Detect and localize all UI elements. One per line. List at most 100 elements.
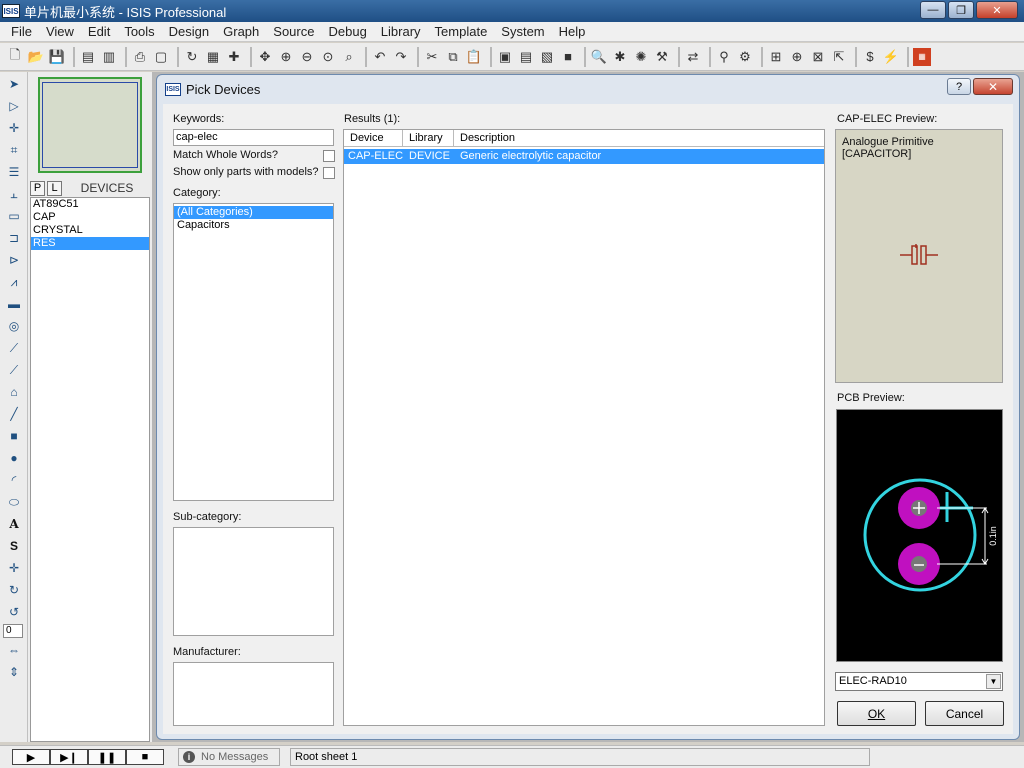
export-icon[interactable]: ▥ xyxy=(100,48,118,66)
print-area-icon[interactable]: ▢ xyxy=(152,48,170,66)
block-move-icon[interactable]: ▤ xyxy=(517,48,535,66)
decompose-icon[interactable]: ⚒ xyxy=(653,48,671,66)
make-device-icon[interactable]: ✱ xyxy=(611,48,629,66)
voltage-probe-icon[interactable]: ⟋ xyxy=(3,338,25,358)
menu-system[interactable]: System xyxy=(494,24,551,39)
manufacturer-list[interactable] xyxy=(173,662,334,726)
menu-help[interactable]: Help xyxy=(552,24,593,39)
menu-debug[interactable]: Debug xyxy=(321,24,373,39)
component-mode-icon[interactable]: ▷ xyxy=(3,96,25,116)
messages-area[interactable]: i No Messages xyxy=(178,748,280,766)
graph-mode-icon[interactable]: ⩘ xyxy=(3,272,25,292)
cancel-button[interactable]: Cancel xyxy=(925,701,1004,726)
electrical-rules-check-icon[interactable]: ⚡ xyxy=(882,48,900,66)
text-script-icon[interactable]: ☰ xyxy=(3,162,25,182)
table-row[interactable]: CAP-ELEC DEVICE Generic electrolytic cap… xyxy=(344,149,824,164)
block-delete-icon[interactable]: ■ xyxy=(559,48,577,66)
new-file-icon[interactable]: 🗋 xyxy=(6,47,24,66)
subcircuit-icon[interactable]: ▭ xyxy=(3,206,25,226)
terminals-icon[interactable]: ⊐ xyxy=(3,228,25,248)
stop-button[interactable]: ■ xyxy=(126,749,164,765)
cut-icon[interactable]: ✂ xyxy=(423,48,441,66)
new-sheet-icon[interactable]: ⊞ xyxy=(767,48,785,66)
marker-icon[interactable]: ✛ xyxy=(3,558,25,578)
open-folder-icon[interactable]: 📂 xyxy=(27,48,45,66)
zoom-all-icon[interactable]: ⊙ xyxy=(319,48,337,66)
keywords-input[interactable]: cap-elec xyxy=(173,129,334,146)
help-button[interactable]: ? xyxy=(947,78,971,95)
subcategory-list[interactable] xyxy=(173,527,334,636)
paste-icon[interactable]: 📋 xyxy=(465,48,483,66)
exit-to-parent-icon[interactable]: ⇱ xyxy=(830,48,848,66)
undo-icon[interactable]: ↶ xyxy=(371,48,389,66)
list-item-selected[interactable]: (All Categories) xyxy=(174,206,333,219)
redo-icon[interactable]: ↷ xyxy=(392,48,410,66)
column-description[interactable]: Description xyxy=(454,130,824,146)
maximize-button[interactable]: ❐ xyxy=(948,1,974,19)
step-button[interactable]: ▶❙ xyxy=(50,749,88,765)
generator-icon[interactable]: ◎ xyxy=(3,316,25,336)
search-tag-icon[interactable]: ⚲ xyxy=(715,48,733,66)
list-item[interactable]: AT89C51 xyxy=(31,198,149,211)
menu-template[interactable]: Template xyxy=(428,24,495,39)
tape-recorder-icon[interactable]: ▬ xyxy=(3,294,25,314)
remove-sheet-icon[interactable]: ⊠ xyxy=(809,48,827,66)
import-icon[interactable]: ▤ xyxy=(79,48,97,66)
library-manager-button[interactable]: L xyxy=(47,180,62,196)
block-rotate-icon[interactable]: ▧ xyxy=(538,48,556,66)
circle-icon[interactable]: ● xyxy=(3,448,25,468)
junction-dot-icon[interactable]: ✛ xyxy=(3,118,25,138)
wire-autorouter-icon[interactable]: ⇄ xyxy=(684,48,702,66)
list-item[interactable]: Capacitors xyxy=(174,219,333,232)
arc-icon[interactable]: ◜ xyxy=(3,470,25,490)
text-icon[interactable]: A xyxy=(3,514,25,534)
menu-tools[interactable]: Tools xyxy=(117,24,161,39)
save-icon[interactable]: 💾 xyxy=(48,48,66,66)
block-copy-icon[interactable]: ▣ xyxy=(496,48,514,66)
add-sheet-icon[interactable]: ⊕ xyxy=(788,48,806,66)
bill-of-materials-icon[interactable]: $ xyxy=(861,48,879,66)
print-icon[interactable]: ⎙ xyxy=(131,48,149,66)
grid-icon[interactable]: ▦ xyxy=(204,48,222,66)
device-pins-icon[interactable]: ⊳ xyxy=(3,250,25,270)
list-item-selected[interactable]: RES xyxy=(31,237,149,250)
chevron-down-icon[interactable]: ▼ xyxy=(986,674,1001,689)
zoom-out-icon[interactable]: ⊖ xyxy=(298,48,316,66)
rotate-anticlockwise-icon[interactable]: ↺ xyxy=(3,602,25,622)
menu-edit[interactable]: Edit xyxy=(81,24,117,39)
selection-mode-icon[interactable]: ➤ xyxy=(3,74,25,94)
menu-file[interactable]: File xyxy=(4,24,39,39)
mirror-vertical-icon[interactable]: ⇕ xyxy=(3,662,25,682)
mirror-horizontal-icon[interactable]: ⇔ xyxy=(3,640,25,660)
menu-source[interactable]: Source xyxy=(266,24,321,39)
package-select[interactable]: ELEC-RAD10 ▼ xyxy=(835,672,1003,691)
menu-design[interactable]: Design xyxy=(162,24,216,39)
overview-window[interactable] xyxy=(38,77,142,173)
virtual-instruments-icon[interactable]: ⌂ xyxy=(3,382,25,402)
match-whole-words-checkbox[interactable] xyxy=(323,150,335,162)
symbol-icon[interactable]: S xyxy=(3,536,25,556)
current-probe-icon[interactable]: ⟋ xyxy=(3,360,25,380)
rotate-clockwise-icon[interactable]: ↻ xyxy=(3,580,25,600)
ares-icon[interactable]: ▦ xyxy=(913,47,931,66)
packaging-tool-icon[interactable]: ✺ xyxy=(632,48,650,66)
pause-button[interactable]: ❚❚ xyxy=(88,749,126,765)
menu-library[interactable]: Library xyxy=(374,24,428,39)
column-library[interactable]: Library xyxy=(403,130,454,146)
line-icon[interactable]: ╱ xyxy=(3,404,25,424)
show-models-checkbox[interactable] xyxy=(323,167,335,179)
wire-label-icon[interactable]: ⌗ xyxy=(3,140,25,160)
column-device[interactable]: Device xyxy=(344,130,403,146)
pan-icon[interactable]: ✥ xyxy=(256,48,274,66)
pick-device-icon[interactable]: 🔍 xyxy=(590,48,608,66)
list-item[interactable]: CAP xyxy=(31,211,149,224)
zoom-in-icon[interactable]: ⊕ xyxy=(277,48,295,66)
property-assign-icon[interactable]: ⚙ xyxy=(736,48,754,66)
rotation-angle-input[interactable]: 0 xyxy=(3,624,23,638)
zoom-area-icon[interactable]: ⌕ xyxy=(340,48,358,66)
path-icon[interactable]: ⬭ xyxy=(3,492,25,512)
copy-icon[interactable]: ⧉ xyxy=(444,48,462,66)
box-icon[interactable]: ■ xyxy=(3,426,25,446)
list-item[interactable]: CRYSTAL xyxy=(31,224,149,237)
pick-from-libraries-button[interactable]: P xyxy=(30,180,45,196)
